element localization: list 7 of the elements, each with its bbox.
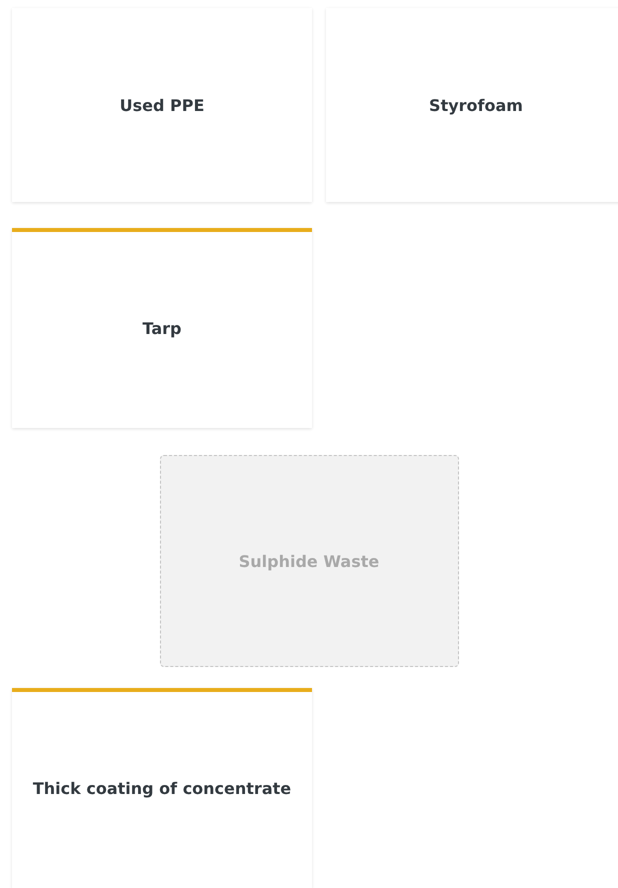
card-label: Used PPE [120, 96, 204, 114]
card-label: Thick coating of concentrate [32, 778, 292, 798]
placeholder-label: Sulphide Waste [238, 552, 380, 570]
waste-card[interactable]: Tarp [12, 228, 312, 428]
card-label: Styrofoam [429, 96, 523, 114]
waste-card[interactable]: Thick coating of concentrate [12, 688, 312, 888]
card-label: Tarp [142, 318, 182, 338]
